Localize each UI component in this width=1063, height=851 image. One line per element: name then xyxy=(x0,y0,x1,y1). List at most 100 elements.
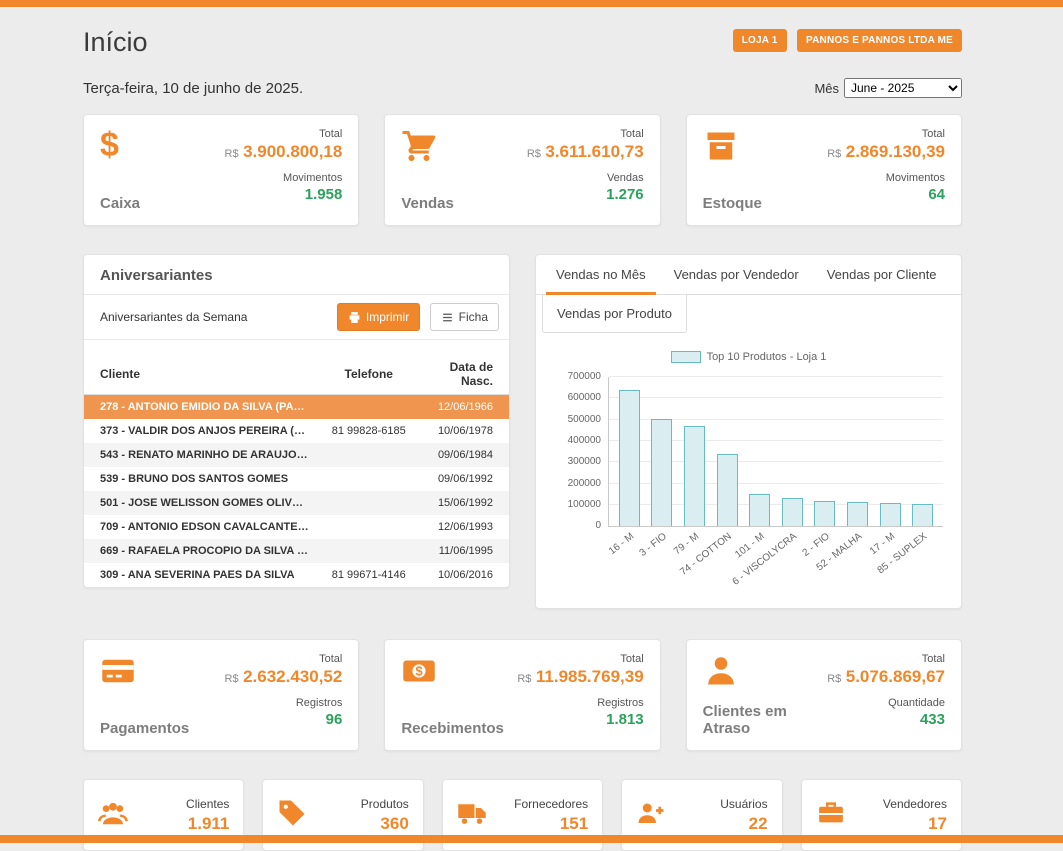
count-label: Registros xyxy=(517,697,643,709)
total-label: Total xyxy=(517,653,643,665)
total-label: Total xyxy=(827,653,945,665)
y-axis-tick: 400000 xyxy=(551,435,601,446)
date-row: Terça-feira, 10 de junho de 2025. Mês Ju… xyxy=(83,78,962,98)
print-button[interactable]: Imprimir xyxy=(337,303,420,331)
y-axis-tick: 200000 xyxy=(551,478,601,489)
cell-data: 11/06/1995 xyxy=(420,539,509,563)
card-clientes-em-atraso: Clientes em Atraso Total R$ 5.076.869,67… xyxy=(686,639,962,751)
count-value: 1.813 xyxy=(517,711,643,728)
bar-slot: 85 - SUPLEX xyxy=(912,377,933,526)
list-icon xyxy=(441,311,454,324)
table-row[interactable]: 543 - RENATO MARINHO DE ARAUJO (F… 09/06… xyxy=(84,443,509,467)
top-stat-cards: $ Caixa Total R$ 3.900.800,18 Movimentos… xyxy=(83,114,962,226)
currency-prefix: R$ xyxy=(517,673,531,685)
svg-text:$: $ xyxy=(416,664,423,679)
mini-label: Usuários xyxy=(720,797,767,811)
sales-tabs: Vendas no Mês Vendas por Vendedor Vendas… xyxy=(536,255,961,295)
cell-data: 10/06/2016 xyxy=(420,563,509,587)
cell-telefone: 81 99828-6185 xyxy=(318,419,420,443)
column-header-cliente[interactable]: Cliente xyxy=(84,354,318,395)
table-row[interactable]: 539 - BRUNO DOS SANTOS GOMES 09/06/1992 xyxy=(84,467,509,491)
count-label: Movimentos xyxy=(225,172,343,184)
cell-cliente: 278 - ANTONIO EMIDIO DA SILVA (PALE… xyxy=(84,395,318,420)
x-axis-label: 16 - M xyxy=(607,531,636,557)
total-label: Total xyxy=(827,128,945,140)
table-row[interactable]: 709 - ANTONIO EDSON CAVALCANTE D… 12/06/… xyxy=(84,515,509,539)
card-title: Recebimentos xyxy=(401,720,504,737)
bar-slot: 17 - M xyxy=(880,377,901,526)
ficha-button[interactable]: Ficha xyxy=(430,303,499,331)
chart-bar xyxy=(912,504,933,526)
mid-stat-cards: Pagamentos Total R$ 2.632.430,52 Registr… xyxy=(83,639,962,751)
legend-swatch xyxy=(671,351,701,363)
card-estoque: Estoque Total R$ 2.869.130,39 Movimentos… xyxy=(686,114,962,226)
tag-icon xyxy=(277,798,307,833)
table-row[interactable]: 309 - ANA SEVERINA PAES DA SILVA 81 9967… xyxy=(84,563,509,587)
mini-label: Vendedores xyxy=(883,797,947,811)
credit-card-icon xyxy=(100,653,189,694)
bar-slot: 52 - MALHA xyxy=(847,377,868,526)
tab-vendas-por-cliente[interactable]: Vendas por Cliente xyxy=(813,255,951,294)
cell-data: 09/06/1984 xyxy=(420,443,509,467)
column-header-telefone[interactable]: Telefone xyxy=(318,354,420,395)
count-label: Quantidade xyxy=(827,697,945,709)
currency-prefix: R$ xyxy=(225,148,239,160)
birthdays-actions: Imprimir Ficha xyxy=(337,303,499,331)
cell-cliente: 309 - ANA SEVERINA PAES DA SILVA xyxy=(84,563,318,587)
total-value: 5.076.869,67 xyxy=(846,667,945,686)
tab-vendas-por-vendedor[interactable]: Vendas por Vendedor xyxy=(660,255,813,294)
currency-prefix: R$ xyxy=(225,673,239,685)
cell-cliente: 543 - RENATO MARINHO DE ARAUJO (F… xyxy=(84,443,318,467)
card-title: Pagamentos xyxy=(100,720,189,737)
chart-legend: Top 10 Produtos - Loja 1 xyxy=(536,351,961,363)
bar-slot: 6 - VISCOLYCRA xyxy=(782,377,803,526)
printer-icon xyxy=(348,311,361,324)
tab-vendas-por-produto[interactable]: Vendas por Produto xyxy=(542,295,687,333)
currency-prefix: R$ xyxy=(827,673,841,685)
cell-cliente: 669 - RAFAELA PROCOPIO DA SILVA CA… xyxy=(84,539,318,563)
y-axis-tick: 500000 xyxy=(551,414,601,425)
mini-value: 17 xyxy=(883,814,947,834)
chart-bar xyxy=(619,390,640,526)
table-row[interactable]: 501 - JOSE WELISSON GOMES OLIVEIR… 15/06… xyxy=(84,491,509,515)
mini-value: 360 xyxy=(361,814,409,834)
cell-data: 09/06/1992 xyxy=(420,467,509,491)
top-accent-bar xyxy=(0,0,1063,7)
column-header-data[interactable]: Data de Nasc. xyxy=(420,354,509,395)
currency-prefix: R$ xyxy=(827,148,841,160)
card-title: Vendas xyxy=(401,195,454,212)
total-value: 3.611.610,73 xyxy=(545,142,643,161)
tab-vendas-no-mes[interactable]: Vendas no Mês xyxy=(542,255,660,294)
table-row[interactable]: 373 - VALDIR DOS ANJOS PEREIRA (AN… 81 9… xyxy=(84,419,509,443)
cell-cliente: 539 - BRUNO DOS SANTOS GOMES xyxy=(84,467,318,491)
chart-bars: 16 - M3 - FIO79 - M74 - COTTON101 - M6 -… xyxy=(609,377,943,526)
total-label: Total xyxy=(527,128,644,140)
table-row[interactable]: 278 - ANTONIO EMIDIO DA SILVA (PALE… 12/… xyxy=(84,395,509,420)
month-select[interactable]: June - 2025 xyxy=(844,78,962,98)
mini-label: Clientes xyxy=(186,797,229,811)
bar-slot: 101 - M xyxy=(749,377,770,526)
sales-tabs-row2: Vendas por Produto xyxy=(536,295,961,333)
table-row[interactable]: 669 - RAFAELA PROCOPIO DA SILVA CA… 11/0… xyxy=(84,539,509,563)
count-label: Registros xyxy=(225,697,343,709)
cell-telefone xyxy=(318,395,420,420)
bar-slot: 2 - FIO xyxy=(814,377,835,526)
chart-bar xyxy=(782,498,803,526)
sales-panel: Vendas no Mês Vendas por Vendedor Vendas… xyxy=(535,254,962,609)
currency-prefix: R$ xyxy=(527,148,541,160)
bar-slot: 16 - M xyxy=(619,377,640,526)
money-icon: $ xyxy=(401,653,504,694)
y-axis-tick: 100000 xyxy=(551,499,601,510)
current-date: Terça-feira, 10 de junho de 2025. xyxy=(83,80,303,97)
company-button[interactable]: PANNOS E PANNOS LTDA ME xyxy=(797,29,962,52)
y-axis-tick: 600000 xyxy=(551,392,601,403)
total-label: Total xyxy=(225,653,343,665)
chart-bar xyxy=(651,419,672,526)
card-title: Clientes em Atraso xyxy=(703,703,828,737)
chart-bar xyxy=(880,503,901,526)
card-pagamentos: Pagamentos Total R$ 2.632.430,52 Registr… xyxy=(83,639,359,751)
cell-cliente: 709 - ANTONIO EDSON CAVALCANTE D… xyxy=(84,515,318,539)
y-axis-tick: 300000 xyxy=(551,456,601,467)
bottom-accent-bar xyxy=(0,835,1063,843)
store-button[interactable]: LOJA 1 xyxy=(733,29,787,52)
